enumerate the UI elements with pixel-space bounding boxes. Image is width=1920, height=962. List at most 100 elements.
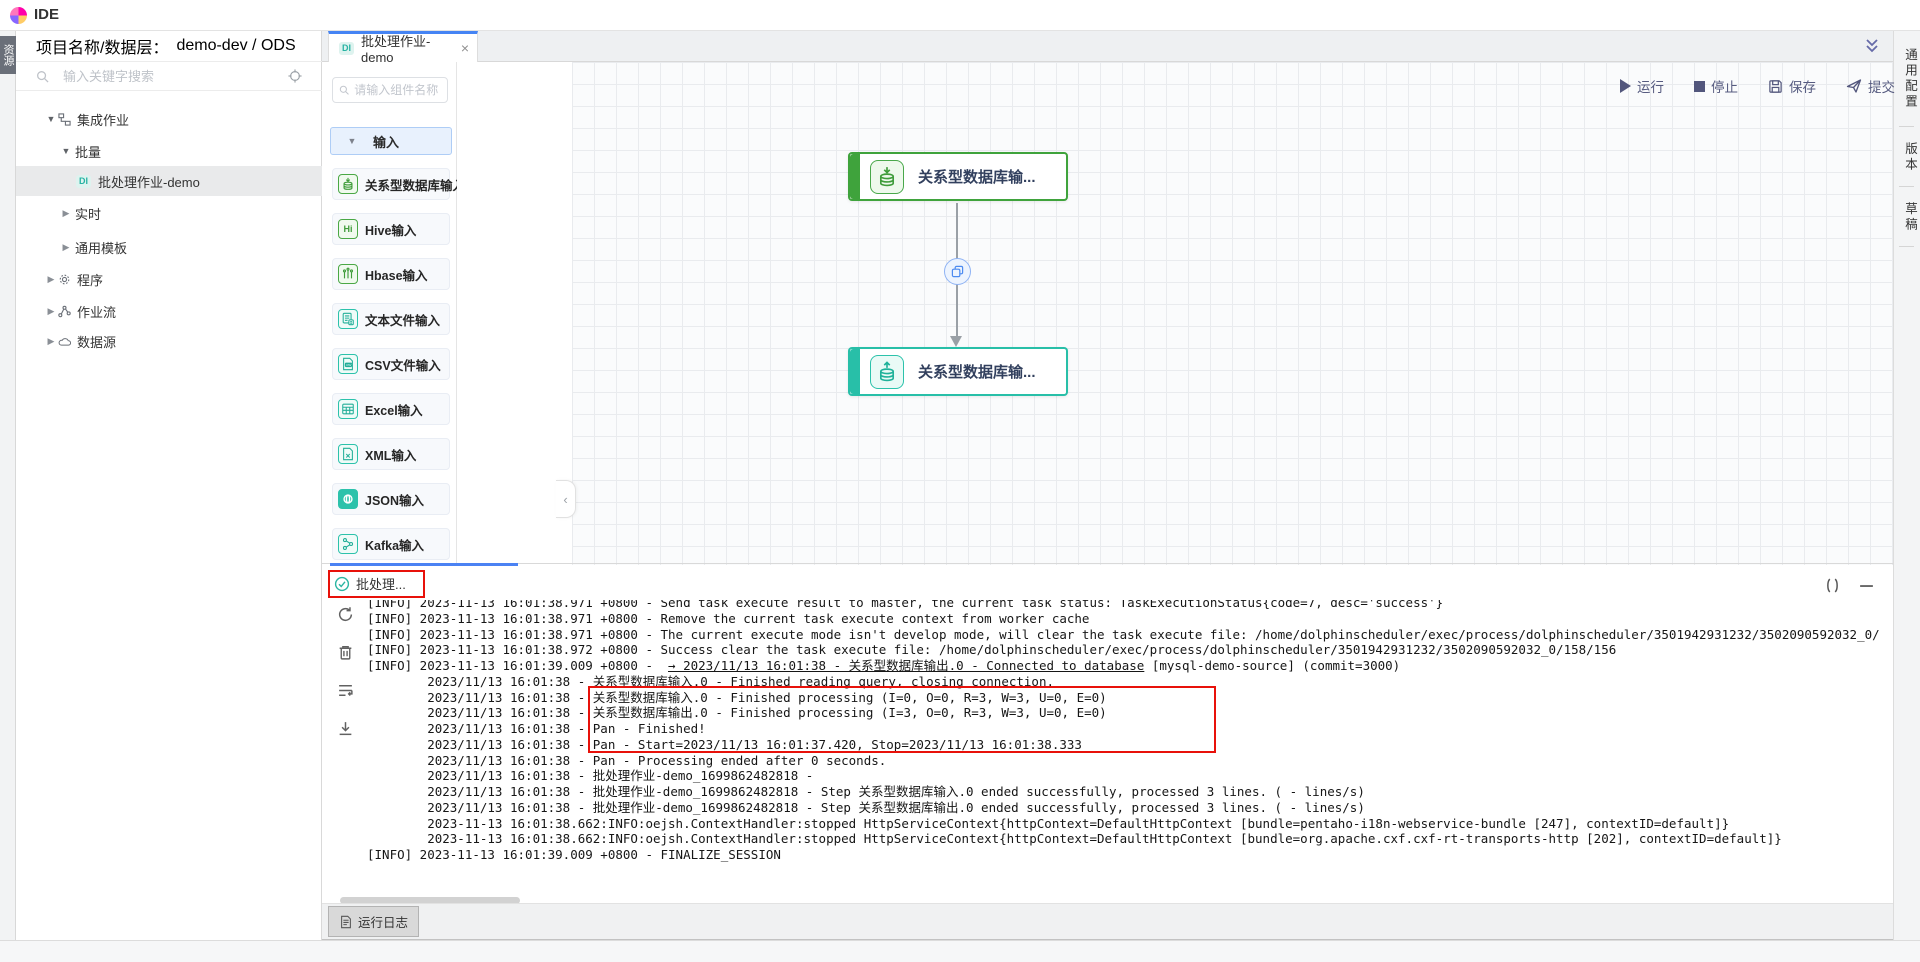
caret-right-icon[interactable]: ▶ bbox=[61, 208, 71, 219]
hive-icon: Hi bbox=[338, 219, 358, 239]
palette-search bbox=[332, 77, 448, 103]
stop-button[interactable]: 停止 bbox=[1694, 76, 1738, 96]
palette-item-xml-input[interactable]: XML输入 bbox=[332, 438, 450, 470]
tree-label: 实时 bbox=[75, 204, 101, 223]
palette-item-rdb-input[interactable]: 关系型数据库输入 bbox=[332, 168, 450, 200]
xml-file-icon bbox=[338, 444, 358, 464]
raw-view-icon[interactable] bbox=[1824, 577, 1841, 594]
sidebar-item-batch[interactable]: ▼ 批量 bbox=[16, 136, 322, 166]
sidebar-search bbox=[16, 62, 322, 91]
divider bbox=[1899, 246, 1914, 247]
caret-down-icon: ▼ bbox=[347, 136, 357, 146]
tree-label: 集成作业 bbox=[77, 110, 129, 129]
database-output-icon bbox=[870, 355, 904, 389]
log-line: 2023/11/13 16:01:38 - 批处理作业-demo_1699862… bbox=[367, 768, 1880, 784]
collapsed-panel-strip bbox=[457, 62, 572, 565]
ide-window: IDE 资源 项目名称/数据层： demo-dev / ODS ▼ 集成作业 ▼… bbox=[0, 0, 1920, 962]
locate-icon[interactable] bbox=[287, 68, 303, 84]
palette-item-hbase-input[interactable]: Hbase输入 bbox=[332, 258, 450, 290]
bottom-tab-batch-log[interactable]: 批处理... bbox=[334, 574, 406, 593]
project-label: 项目名称/数据层： bbox=[36, 34, 168, 58]
submit-button[interactable]: 提交 bbox=[1846, 76, 1895, 96]
editor-tab-batch-job-demo[interactable]: DI 批处理作业-demo × bbox=[328, 31, 478, 62]
right-tab-version[interactable]: 版本 bbox=[1893, 136, 1920, 178]
refresh-log-icon[interactable] bbox=[337, 606, 354, 623]
caret-right-icon[interactable]: ▶ bbox=[46, 306, 56, 317]
clear-log-icon[interactable] bbox=[337, 644, 354, 661]
right-tab-general-config[interactable]: 通用配置 bbox=[1893, 40, 1920, 118]
paper-plane-icon bbox=[1846, 78, 1862, 94]
sidebar-search-input[interactable] bbox=[63, 69, 279, 84]
active-tab-indicator bbox=[330, 563, 518, 566]
close-tab-icon[interactable]: × bbox=[461, 40, 469, 56]
rail-tab-resources[interactable]: 资源 bbox=[0, 36, 16, 74]
edge-copy-badge[interactable] bbox=[944, 258, 971, 285]
palette-search-input[interactable] bbox=[354, 83, 441, 97]
category-label: 输入 bbox=[373, 132, 399, 151]
sidebar-item-integration-jobs[interactable]: ▼ 集成作业 bbox=[16, 104, 322, 134]
bottom-tab-row bbox=[322, 903, 1893, 940]
log-line-link: [INFO] 2023-11-13 16:01:39.009 +0800 - →… bbox=[367, 658, 1880, 674]
node-rdb-output[interactable]: 关系型数据库输... bbox=[848, 347, 1068, 396]
palette-category-input[interactable]: ▼ 输入 bbox=[330, 127, 452, 155]
save-button[interactable]: 保存 bbox=[1768, 76, 1816, 96]
table-icon bbox=[338, 399, 358, 419]
palette-item-json-input[interactable]: JSON输入 bbox=[332, 483, 450, 515]
log-line: [INFO] 2023-11-13 16:01:38.971 +0800 - S… bbox=[367, 600, 1880, 611]
tree-label: 程序 bbox=[77, 270, 103, 289]
divider bbox=[1899, 126, 1914, 127]
run-log-tab[interactable]: 运行日志 bbox=[328, 906, 419, 937]
divider bbox=[1899, 186, 1914, 187]
play-icon bbox=[1620, 79, 1631, 93]
log-link[interactable]: → 2023/11/13 16:01:38 - 关系型数据库输出.0 - Con… bbox=[668, 658, 1144, 673]
palette-collapse-handle[interactable]: ‹ bbox=[556, 480, 576, 518]
run-button[interactable]: 运行 bbox=[1620, 76, 1664, 96]
log-line: 2023-11-13 16:01:38.662:INFO:oejsh.Conte… bbox=[367, 831, 1880, 847]
gear-icon bbox=[56, 271, 72, 287]
palette-item-hive-input[interactable]: Hi Hive输入 bbox=[332, 213, 450, 245]
caret-down-icon[interactable]: ▼ bbox=[61, 146, 71, 156]
json-icon bbox=[338, 489, 358, 509]
sidebar-item-programs[interactable]: ▶ 程序 bbox=[16, 264, 322, 294]
minimize-panel-icon[interactable] bbox=[1858, 577, 1875, 594]
chevron-double-down-icon[interactable] bbox=[1862, 36, 1882, 56]
di-badge: DI bbox=[76, 175, 91, 188]
log-line: 2023/11/13 16:01:38 - Pan - Finished! bbox=[367, 721, 1880, 737]
search-icon bbox=[34, 68, 50, 84]
palette-item-kafka-input[interactable]: Kafka输入 bbox=[332, 528, 450, 560]
caret-down-icon[interactable]: ▼ bbox=[46, 114, 56, 124]
project-value: demo-dev / ODS bbox=[176, 37, 295, 55]
sidebar-item-realtime[interactable]: ▶ 实时 bbox=[16, 198, 322, 228]
log-line: 2023/11/13 16:01:38 - Pan - Start=2023/1… bbox=[367, 737, 1880, 753]
caret-right-icon[interactable]: ▶ bbox=[46, 336, 56, 347]
app-title: IDE bbox=[34, 6, 59, 23]
check-circle-icon bbox=[334, 576, 350, 592]
download-log-icon[interactable] bbox=[337, 720, 354, 737]
caret-right-icon[interactable]: ▶ bbox=[46, 274, 56, 285]
stop-icon bbox=[1694, 81, 1705, 92]
sidebar-item-batch-job-demo[interactable]: DI 批处理作业-demo bbox=[16, 166, 322, 196]
caret-right-icon[interactable]: ▶ bbox=[61, 242, 71, 253]
log-line: 2023/11/13 16:01:38 - 关系型数据库输入.0 - Finis… bbox=[367, 690, 1880, 706]
canvas-toolbar: 运行 停止 保存 提交 bbox=[1620, 76, 1895, 96]
sidebar-item-datasources[interactable]: ▶ 数据源 bbox=[16, 326, 322, 356]
tree-label: 数据源 bbox=[77, 332, 116, 351]
sidebar-item-workflows[interactable]: ▶ 作业流 bbox=[16, 296, 322, 326]
log-output: [INFO] 2023-11-13 16:01:38.971 +0800 - S… bbox=[367, 600, 1880, 893]
log-line: 2023/11/13 16:01:38 - 批处理作业-demo_1699862… bbox=[367, 784, 1880, 800]
node-rdb-input[interactable]: 关系型数据库输... bbox=[848, 152, 1068, 201]
edge-arrowhead-icon bbox=[950, 336, 962, 347]
bottom-panel-border bbox=[322, 563, 1893, 564]
right-tab-draft[interactable]: 草稿 bbox=[1893, 196, 1920, 238]
palette-item-text-file-input[interactable]: 文本文件输入 bbox=[332, 303, 450, 335]
log-line: 2023/11/13 16:01:38 - Pan - Processing e… bbox=[367, 753, 1880, 769]
log-line: [INFO] 2023-11-13 16:01:38.971 +0800 - T… bbox=[367, 627, 1880, 643]
sidebar-item-templates[interactable]: ▶ 通用模板 bbox=[16, 232, 322, 262]
wrap-lines-icon[interactable] bbox=[337, 682, 354, 699]
log-line: 2023/11/13 16:01:38 - 关系型数据库输入.0 - Finis… bbox=[367, 674, 1880, 690]
palette-item-excel-input[interactable]: Excel输入 bbox=[332, 393, 450, 425]
project-header: 项目名称/数据层： demo-dev / ODS bbox=[16, 31, 322, 62]
flow-canvas[interactable] bbox=[572, 62, 1893, 565]
editor-tab-title: 批处理作业-demo bbox=[361, 31, 454, 65]
palette-item-csv-input[interactable]: CSV CSV文件输入 bbox=[332, 348, 450, 380]
